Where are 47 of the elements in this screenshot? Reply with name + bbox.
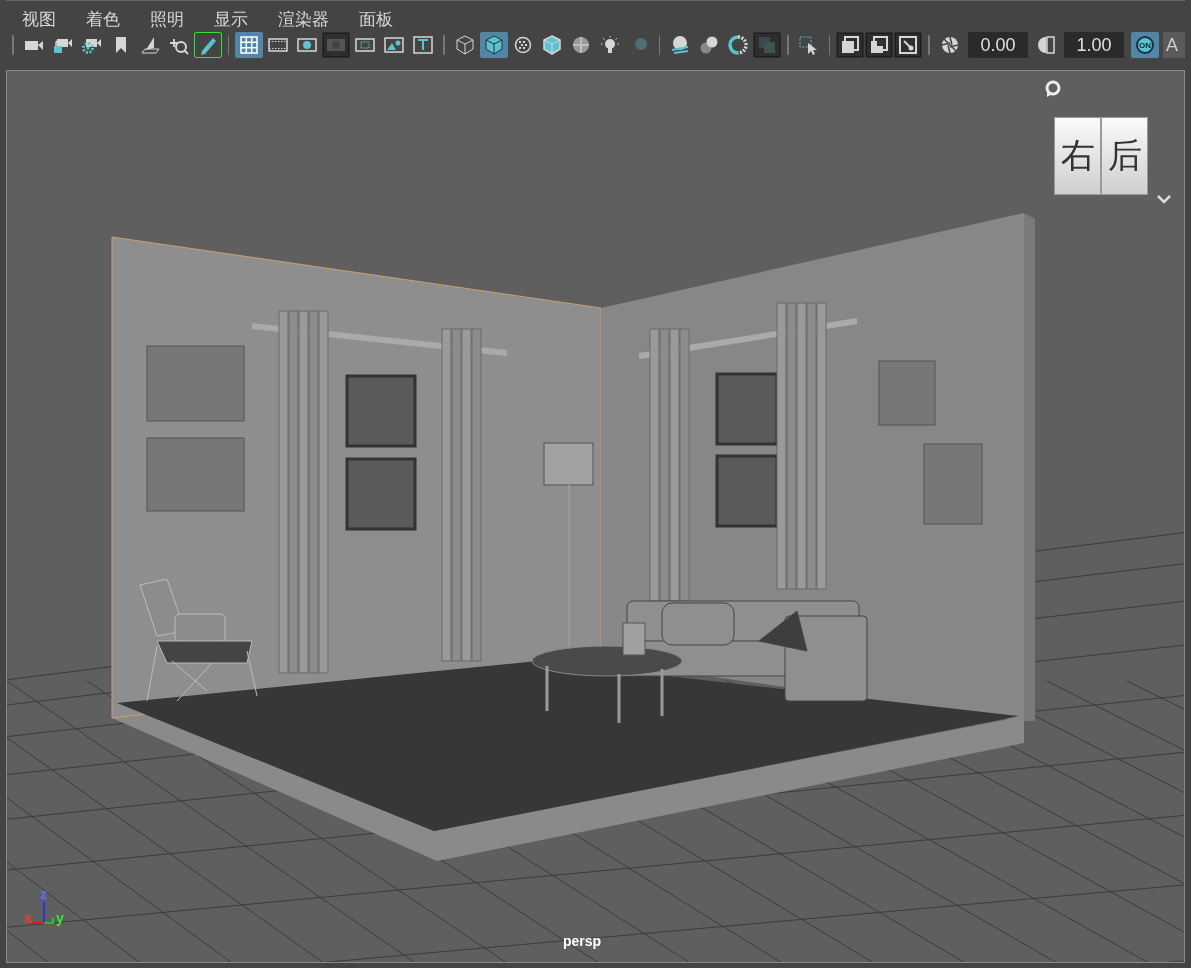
axis-label: z (40, 887, 47, 901)
textured-sphere-icon (512, 35, 533, 55)
two-spheres-icon (699, 35, 720, 55)
film-strip-icon (268, 35, 289, 55)
on-toggle[interactable]: ON (1131, 32, 1160, 58)
nested-squares-icon (869, 35, 890, 55)
value-field[interactable]: 0.00 (968, 32, 1029, 58)
camera-label: persp (563, 933, 602, 949)
image-icon (384, 35, 405, 55)
menu-item[interactable]: 渲染器 (270, 9, 337, 29)
menu-item[interactable]: 视图 (14, 9, 64, 29)
rotate-icon[interactable] (1044, 80, 1062, 98)
chevron-down-icon[interactable] (1156, 193, 1172, 205)
menu-item[interactable]: 照明 (142, 9, 192, 29)
wireframe-cube-icon (454, 35, 475, 55)
aperture-icon (940, 35, 961, 55)
picture-frame-button[interactable] (894, 32, 923, 58)
ring-icon (728, 35, 749, 55)
view-cube-face[interactable]: 右 (1054, 117, 1101, 195)
shaded-cube-icon (483, 35, 504, 55)
half-contrast-icon (1036, 35, 1057, 55)
text-button[interactable]: A (1163, 32, 1185, 58)
text-frame-icon (413, 35, 434, 55)
striped-sphere-icon (670, 35, 691, 55)
plane-icon (139, 35, 160, 55)
shaded-cube-button[interactable] (479, 32, 508, 58)
viewport[interactable]: z x y 右 后 persp (6, 70, 1185, 963)
light-bulb-icon (599, 35, 620, 55)
stacked-squares-button[interactable] (836, 32, 865, 58)
overlapping-squares-icon (757, 35, 778, 55)
axis-label: x (24, 911, 32, 925)
safe-frame-icon (355, 35, 376, 55)
circle-frame-icon (297, 35, 318, 55)
view-cube-face[interactable]: 后 (1101, 117, 1148, 195)
value-field[interactable]: 1.00 (1064, 32, 1125, 58)
stacked-squares-icon (840, 35, 861, 55)
selection-cursor-icon (798, 35, 819, 55)
grid-button[interactable] (235, 32, 264, 58)
menu-item[interactable]: 面板 (351, 9, 401, 29)
wire-shaded-cube-icon (541, 35, 562, 55)
axis-label: y (56, 911, 64, 925)
picture-frame-icon (898, 35, 919, 55)
menu-item[interactable]: 着色 (78, 9, 128, 29)
pencil-button[interactable] (193, 32, 222, 58)
menu-item[interactable]: 显示 (206, 9, 256, 29)
nested-squares-button[interactable] (865, 32, 894, 58)
grid-icon (239, 35, 260, 55)
